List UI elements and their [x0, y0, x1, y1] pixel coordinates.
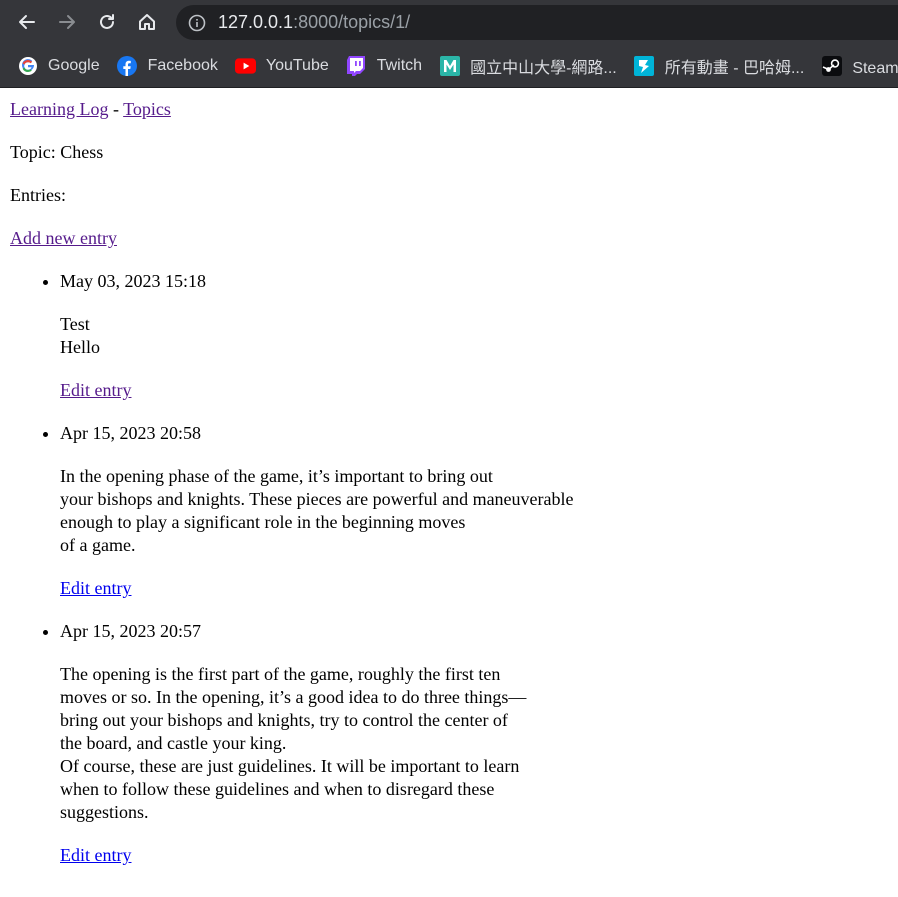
forward-button[interactable] [53, 8, 81, 36]
entry-text-line: Of course, these are just guidelines. It… [60, 756, 520, 776]
edit-entry-link[interactable]: Edit entry [60, 845, 131, 865]
twitch-icon [346, 56, 367, 77]
site-header: Learning Log - Topics [10, 98, 888, 121]
bookmark-facebook[interactable]: Facebook [117, 56, 218, 77]
entry-date: Apr 15, 2023 20:57 [60, 621, 201, 641]
entries-list: May 03, 2023 15:18 Test Hello Edit entry… [10, 270, 888, 867]
edit-entry-link[interactable]: Edit entry [60, 380, 131, 400]
info-icon[interactable] [188, 14, 206, 32]
home-icon [139, 14, 155, 30]
entries-heading: Entries: [10, 185, 66, 205]
entry-date: May 03, 2023 15:18 [60, 271, 206, 291]
url-path: :8000/topics/1/ [293, 12, 411, 32]
bookmark-google[interactable]: Google [17, 56, 100, 77]
bookmark-bahamut[interactable]: 所有動畫 - 巴哈姆... [634, 54, 805, 78]
entry-text-line: Hello [60, 337, 100, 357]
entry-edit-paragraph: Edit entry [60, 844, 888, 867]
arrow-left-icon [19, 15, 35, 29]
add-entry-paragraph: Add new entry [10, 227, 888, 250]
address-bar[interactable]: 127.0.0.1:8000/topics/1/ [176, 5, 898, 40]
bookmark-steam[interactable]: Steam 客 [821, 54, 898, 78]
back-button[interactable] [13, 8, 41, 36]
arrow-right-icon [59, 15, 75, 29]
entry-edit-paragraph: Edit entry [60, 577, 888, 600]
entry-item: Apr 15, 2023 20:58 In the opening phase … [60, 422, 888, 600]
entry-text: The opening is the first part of the gam… [60, 663, 888, 824]
entry-text-line: your bishops and knights. These pieces a… [60, 489, 574, 509]
bookmark-youtube[interactable]: YouTube [234, 56, 329, 77]
facebook-icon [117, 56, 138, 77]
topics-link[interactable]: Topics [123, 99, 171, 119]
bookmark-label: 國立中山大學-網路... [470, 60, 617, 77]
topic-title: Topic: Chess [10, 142, 104, 162]
bookmark-label: Twitch [376, 57, 423, 74]
bookmark-twitch[interactable]: Twitch [346, 56, 422, 77]
entry-text-line: the board, and castle your king. [60, 733, 287, 753]
entry-text-line: of a game. [60, 535, 136, 555]
entry-text-line: moves or so. In the opening, it’s a good… [60, 687, 527, 707]
bookmark-label: Facebook [147, 57, 218, 74]
url-host: 127.0.0.1 [218, 12, 294, 32]
steam-icon [821, 56, 842, 77]
entry-text-line: enough to play a significant role in the… [60, 512, 466, 532]
entry-item: Apr 15, 2023 20:57 The opening is the fi… [60, 620, 888, 867]
url-text: 127.0.0.1:8000/topics/1/ [218, 12, 410, 33]
header-separator: - [108, 99, 124, 119]
bahamut-icon [634, 56, 655, 77]
entry-text-line: bring out your bishops and knights, try … [60, 710, 508, 730]
nsysu-icon [439, 56, 460, 77]
youtube-icon [234, 56, 256, 77]
entry-text: In the opening phase of the game, it’s i… [60, 465, 888, 557]
add-new-entry-link[interactable]: Add new entry [10, 228, 117, 248]
bookmark-label: YouTube [265, 57, 329, 74]
entry-edit-paragraph: Edit entry [60, 379, 888, 402]
bookmark-label: 所有動畫 - 巴哈姆... [664, 60, 805, 77]
bookmark-label: Google [48, 57, 100, 74]
page-content: Learning Log - Topics Topic: Chess Entri… [0, 98, 898, 867]
entry-text-line: The opening is the first part of the gam… [60, 664, 501, 684]
bookmark-nsysu[interactable]: 國立中山大學-網路... [439, 54, 617, 78]
entry-text-line: Test [60, 314, 90, 334]
home-button[interactable] [133, 8, 161, 36]
entry-text-line: suggestions. [60, 802, 149, 822]
bookmark-label: Steam 客 [852, 60, 898, 77]
browser-toolbar: 127.0.0.1:8000/topics/1/ [0, 0, 898, 45]
learning-log-link[interactable]: Learning Log [10, 99, 108, 119]
entry-text-line: In the opening phase of the game, it’s i… [60, 466, 493, 486]
entry-item: May 03, 2023 15:18 Test Hello Edit entry [60, 270, 888, 402]
reload-button[interactable] [93, 8, 121, 36]
bookmarks-bar: Google Facebook YouTube Twitch 國立中山大學-網路… [0, 45, 898, 88]
google-icon [17, 56, 38, 77]
edit-entry-link[interactable]: Edit entry [60, 578, 131, 598]
reload-icon [100, 14, 114, 29]
entry-date: Apr 15, 2023 20:58 [60, 423, 201, 443]
entry-text-line: when to follow these guidelines and when… [60, 779, 495, 799]
entry-text: Test Hello [60, 313, 888, 359]
